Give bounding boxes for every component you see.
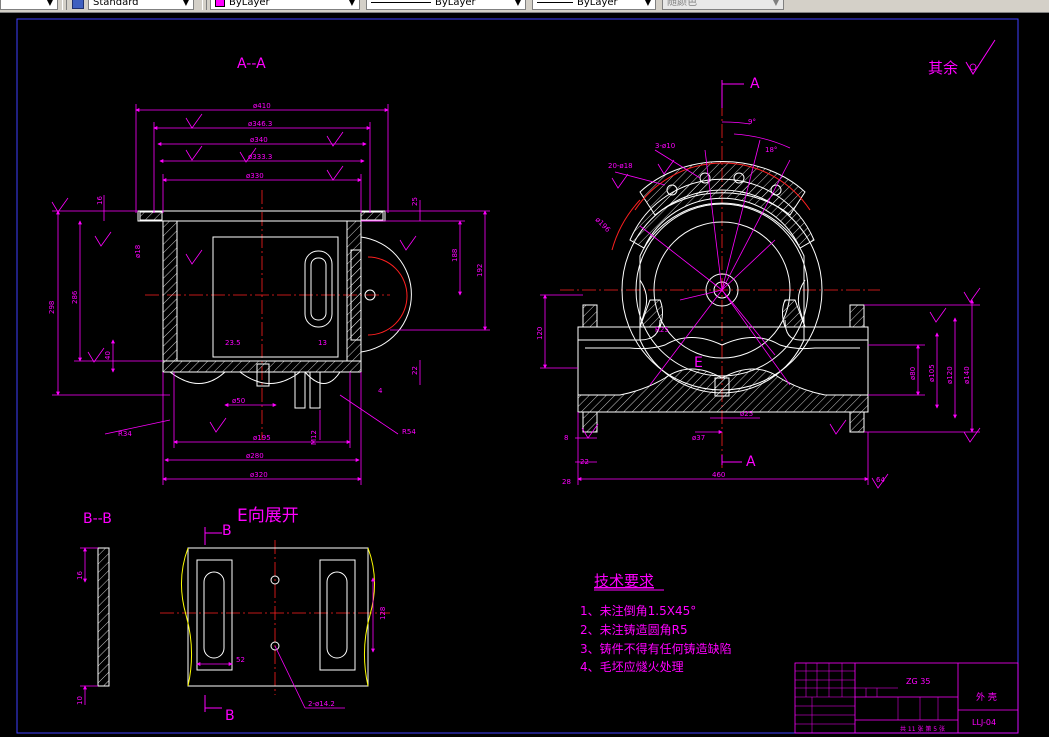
section-bb-label: B--B (83, 511, 112, 527)
section-bb-view: B--B 16 10 (76, 511, 112, 705)
dim-e-128: 128 (379, 607, 387, 620)
marker-b-bottom: B (225, 708, 235, 724)
text-style-icon[interactable] (72, 0, 84, 9)
dim-40: 40 (104, 351, 112, 360)
dim-d120: ø120 (946, 366, 954, 384)
dim-d25: ø25 (740, 410, 753, 418)
dim-3-d10: 3-ø10 (655, 142, 675, 150)
dim-28: 28 (562, 478, 571, 486)
chevron-down-icon: ▼ (514, 0, 522, 7)
section-aa-view: A--A ø410 ø346.3 ø340 ø333.3 ø330 ø195 ø… (48, 56, 490, 485)
marker-a-top: A (750, 76, 760, 92)
toolbar-grip[interactable] (62, 0, 67, 10)
dim-d37: ø37 (692, 434, 705, 442)
lineweight-dropdown[interactable]: ByLayer ▼ (532, 0, 656, 10)
dim-23-5: 23.5 (225, 339, 241, 347)
e-view: E向展开 B B 52 128 2-ø14.2 (160, 506, 390, 724)
dim-d330: ø330 (246, 172, 264, 180)
dim-298: 298 (48, 301, 56, 314)
dim-bb-16: 16 (76, 571, 84, 580)
dim-d410: ø410 (253, 102, 271, 110)
properties-toolbar: ▼ Standard ▼ ByLayer ▼ ByLayer ▼ ByLayer ▼ 随… (0, 0, 1049, 13)
dim-16: 16 (96, 196, 104, 205)
dim-20-d18: 20-ø18 (608, 162, 633, 170)
dim-8: 8 (564, 434, 568, 442)
marker-a-bottom: A (746, 454, 756, 470)
chevron-down-icon: ▼ (348, 0, 356, 7)
color-swatch (215, 0, 225, 7)
front-view: A A E 3-ø10 20-ø18 18° 9° R25 ø37 ø25 46… (536, 39, 996, 489)
dim-22: 22 (411, 366, 419, 375)
title-drawing-no: LLJ-04 (972, 718, 996, 727)
marker-e: E (694, 355, 703, 371)
title-part-name: 外 壳 (976, 691, 997, 703)
dim-d195: ø195 (253, 434, 271, 442)
dim-d346: ø346.3 (248, 120, 272, 128)
linetype-dropdown[interactable]: ByLayer ▼ (366, 0, 526, 10)
dim-d333: ø333.3 (248, 153, 272, 161)
dim-d320: ø320 (250, 471, 268, 479)
dim-r54: R54 (402, 428, 416, 436)
plot-style-dropdown[interactable]: 随颜色 ▼ (662, 0, 784, 10)
dim-22r: 22 (580, 458, 589, 466)
tech-note-3: 3、铸件不得有任何铸造缺陷 (580, 641, 732, 656)
drawing-canvas[interactable]: A--A ø410 ø346.3 ø340 ø333.3 ø330 ø195 ø… (0, 13, 1049, 737)
dim-d105: ø105 (928, 364, 936, 382)
text-style-value: Standard (93, 0, 139, 8)
dim-d80: ø80 (909, 367, 917, 380)
marker-b-top: B (222, 523, 232, 539)
dim-e-52: 52 (236, 656, 245, 664)
dim-m12: M12 (310, 430, 318, 445)
dim-r34: R34 (118, 430, 132, 438)
dim-9deg: 9° (748, 118, 756, 126)
linetype-sample (371, 1, 431, 3)
tech-note-4: 4、毛坯应燧火处理 (580, 659, 684, 674)
chevron-down-icon: ▼ (182, 0, 190, 7)
dim-d340: ø340 (250, 136, 268, 144)
tech-requirements: 技术要求 1、未注倒角1.5X45° 2、未注铸造圆角R5 3、铸件不得有任何铸… (580, 572, 732, 674)
dim-d280: ø280 (246, 452, 264, 460)
tech-note-2: 2、未注铸造圆角R5 (580, 622, 688, 637)
dim-d196: ø196 (594, 216, 613, 235)
lineweight-sample (537, 1, 573, 3)
tech-title: 技术要求 (594, 572, 654, 590)
dim-d50: ø50 (232, 397, 245, 405)
chevron-down-icon: ▼ (46, 0, 54, 7)
dim-bb-10: 10 (76, 696, 84, 705)
roughness-rest-label: 其余 (928, 59, 958, 77)
dim-286: 286 (71, 290, 79, 304)
layer-state-dropdown[interactable]: ▼ (0, 0, 58, 10)
linetype-value: ByLayer (435, 0, 476, 8)
dim-188: 188 (451, 249, 459, 262)
dim-4: 4 (378, 387, 383, 395)
chevron-down-icon: ▼ (644, 0, 652, 7)
text-style-dropdown[interactable]: Standard ▼ (88, 0, 194, 10)
dim-25: 25 (411, 197, 419, 206)
plot-style-value: 随颜色 (667, 0, 697, 8)
dim-18deg: 18° (765, 146, 777, 154)
title-sheet-info: 共 11 张 第 5 张 (900, 725, 945, 733)
chevron-down-icon: ▼ (772, 0, 780, 7)
dim-13: 13 (318, 339, 327, 347)
dim-e-d14: 2-ø14.2 (308, 700, 335, 708)
dim-d18: ø18 (134, 245, 142, 258)
color-value: ByLayer (229, 0, 270, 8)
section-aa-label: A--A (237, 56, 266, 72)
tech-note-1: 1、未注倒角1.5X45° (580, 603, 696, 618)
color-dropdown[interactable]: ByLayer ▼ (210, 0, 360, 10)
lineweight-value: ByLayer (577, 0, 618, 8)
dim-120: 120 (536, 327, 544, 340)
e-view-label: E向展开 (237, 506, 299, 526)
dim-r25: R25 (655, 326, 669, 334)
title-material: ZG 35 (906, 677, 930, 686)
toolbar-grip[interactable] (202, 0, 207, 10)
dim-d140: ø140 (963, 366, 971, 384)
dim-192: 192 (476, 264, 484, 277)
dim-460: 460 (712, 471, 725, 479)
dim-64: 64 (876, 476, 885, 484)
